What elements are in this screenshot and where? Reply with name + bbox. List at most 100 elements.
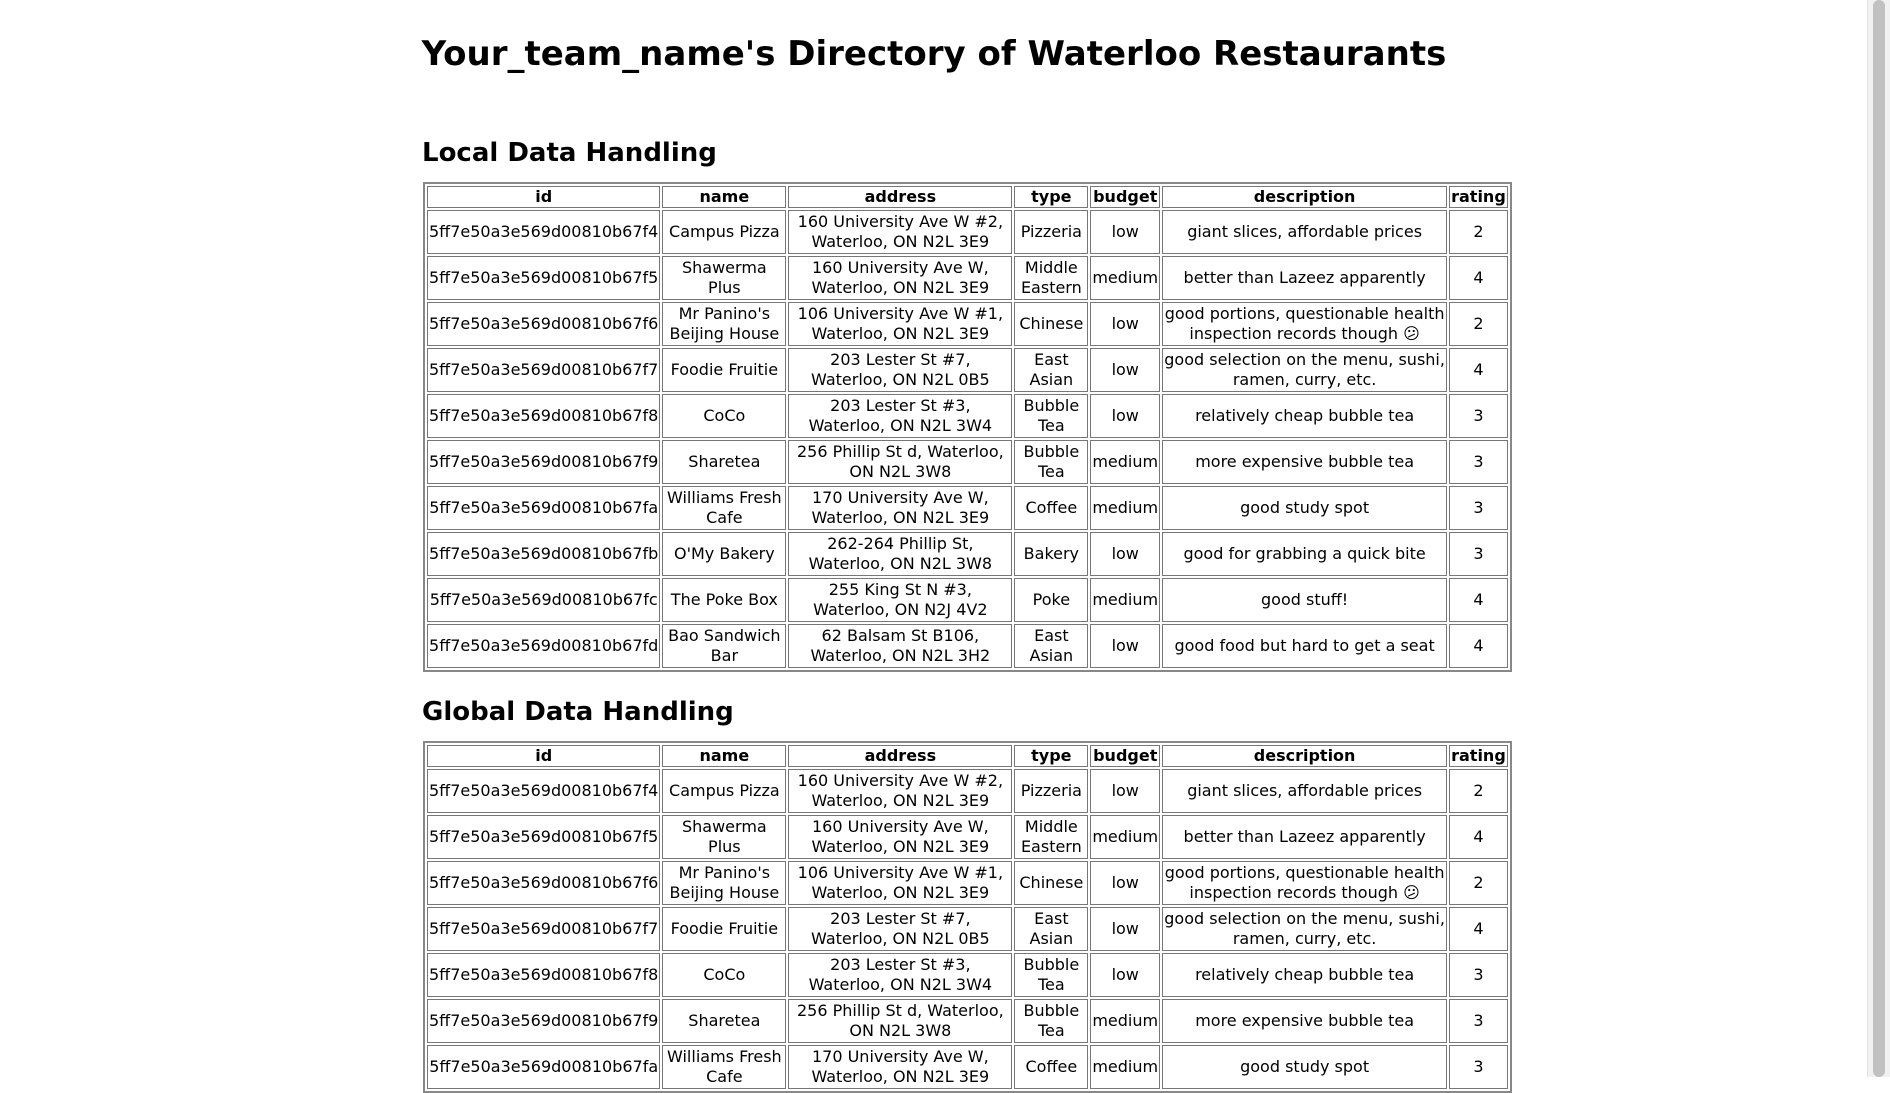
- cell-budget: medium: [1090, 1045, 1161, 1089]
- column-header: name: [662, 186, 787, 208]
- column-header: address: [788, 186, 1013, 208]
- table-row: 5ff7e50a3e569d00810b67f8 CoCo 203 Lester S…: [427, 394, 1508, 438]
- table-row: 5ff7e50a3e569d00810b67f6 Mr Panino's Beij…: [427, 302, 1508, 346]
- cell-id: 5ff7e50a3e569d00810b67f5: [427, 256, 661, 300]
- cell-type: East Asian: [1014, 348, 1089, 392]
- cell-address: 106 University Ave W #1, Waterloo, ON N2…: [788, 302, 1013, 346]
- cell-rating: 2: [1449, 861, 1508, 905]
- cell-id: 5ff7e50a3e569d00810b67f8: [427, 953, 661, 997]
- cell-id: 5ff7e50a3e569d00810b67fb: [427, 532, 661, 576]
- table-row: 5ff7e50a3e569d00810b67fc The Poke Box 255 …: [427, 578, 1508, 622]
- cell-description: better than Lazeez apparently: [1162, 815, 1448, 859]
- cell-name: The Poke Box: [662, 578, 787, 622]
- cell-description: giant slices, affordable prices: [1162, 210, 1448, 254]
- cell-budget: low: [1090, 624, 1161, 668]
- cell-id: 5ff7e50a3e569d00810b67f4: [427, 769, 661, 813]
- cell-rating: 3: [1449, 953, 1508, 997]
- cell-rating: 4: [1449, 624, 1508, 668]
- cell-budget: low: [1090, 348, 1161, 392]
- column-header: name: [662, 745, 787, 767]
- cell-address: 160 University Ave W, Waterloo, ON N2L 3…: [788, 815, 1013, 859]
- table-row: 5ff7e50a3e569d00810b67fb O'My Bakery 262-2…: [427, 532, 1508, 576]
- cell-description: good portions, questionable health inspe…: [1162, 861, 1448, 905]
- cell-address: 203 Lester St #3, Waterloo, ON N2L 3W4: [788, 953, 1013, 997]
- cell-type: Middle Eastern: [1014, 256, 1089, 300]
- cell-name: Bao Sandwich Bar: [662, 624, 787, 668]
- cell-name: Williams Fresh Cafe: [662, 1045, 787, 1089]
- cell-budget: medium: [1090, 815, 1161, 859]
- cell-description: good for grabbing a quick bite: [1162, 532, 1448, 576]
- cell-type: Poke: [1014, 578, 1089, 622]
- cell-id: 5ff7e50a3e569d00810b67f8: [427, 394, 661, 438]
- column-header: description: [1162, 186, 1448, 208]
- cell-description: more expensive bubble tea: [1162, 999, 1448, 1043]
- column-header: rating: [1449, 745, 1508, 767]
- cell-description: more expensive bubble tea: [1162, 440, 1448, 484]
- cell-description: giant slices, affordable prices: [1162, 769, 1448, 813]
- column-header: budget: [1090, 745, 1161, 767]
- cell-name: Foodie Fruitie: [662, 907, 787, 951]
- cell-name: CoCo: [662, 953, 787, 997]
- table-row: 5ff7e50a3e569d00810b67fa Williams Fresh C…: [427, 1045, 1508, 1089]
- cell-id: 5ff7e50a3e569d00810b67f6: [427, 861, 661, 905]
- column-header: budget: [1090, 186, 1161, 208]
- cell-rating: 3: [1449, 999, 1508, 1043]
- cell-description: good stuff!: [1162, 578, 1448, 622]
- cell-id: 5ff7e50a3e569d00810b67f9: [427, 999, 661, 1043]
- cell-description: good selection on the menu, sushi, ramen…: [1162, 348, 1448, 392]
- cell-name: CoCo: [662, 394, 787, 438]
- cell-address: 255 King St N #3, Waterloo, ON N2J 4V2: [788, 578, 1013, 622]
- cell-address: 203 Lester St #7, Waterloo, ON N2L 0B5: [788, 348, 1013, 392]
- cell-address: 160 University Ave W, Waterloo, ON N2L 3…: [788, 256, 1013, 300]
- cell-type: Chinese: [1014, 302, 1089, 346]
- section-heading: Local Data Handling: [422, 138, 717, 168]
- column-header: id: [427, 186, 661, 208]
- cell-id: 5ff7e50a3e569d00810b67f9: [427, 440, 661, 484]
- table-row: 5ff7e50a3e569d00810b67fa Williams Fresh C…: [427, 486, 1508, 530]
- cell-budget: low: [1090, 394, 1161, 438]
- cell-rating: 2: [1449, 769, 1508, 813]
- cell-address: 160 University Ave W #2, Waterloo, ON N2…: [788, 210, 1013, 254]
- cell-address: 262-264 Phillip St, Waterloo, ON N2L 3W8: [788, 532, 1013, 576]
- table-row: 5ff7e50a3e569d00810b67f6 Mr Panino's Beij…: [427, 861, 1508, 905]
- cell-type: Bubble Tea: [1014, 394, 1089, 438]
- cell-id: 5ff7e50a3e569d00810b67f7: [427, 348, 661, 392]
- cell-address: 160 University Ave W #2, Waterloo, ON N2…: [788, 769, 1013, 813]
- scrollbar-thumb[interactable]: [1873, 0, 1885, 1077]
- cell-id: 5ff7e50a3e569d00810b67fc: [427, 578, 661, 622]
- restaurant-table: id name address type budget description …: [423, 182, 1512, 672]
- cell-address: 170 University Ave W, Waterloo, ON N2L 3…: [788, 486, 1013, 530]
- cell-name: Campus Pizza: [662, 769, 787, 813]
- table-row: 5ff7e50a3e569d00810b67fd Bao Sandwich Bar…: [427, 624, 1508, 668]
- cell-id: 5ff7e50a3e569d00810b67fd: [427, 624, 661, 668]
- cell-type: Bubble Tea: [1014, 953, 1089, 997]
- local-data-section: Local Data Handling id name address type…: [422, 138, 1512, 672]
- cell-id: 5ff7e50a3e569d00810b67fa: [427, 486, 661, 530]
- table-row: 5ff7e50a3e569d00810b67f5 Shawerma Plus 160…: [427, 815, 1508, 859]
- cell-budget: medium: [1090, 999, 1161, 1043]
- cell-budget: low: [1090, 532, 1161, 576]
- cell-type: Chinese: [1014, 861, 1089, 905]
- cell-name: Campus Pizza: [662, 210, 787, 254]
- table-row: 5ff7e50a3e569d00810b67f7 Foodie Fruitie 20…: [427, 348, 1508, 392]
- cell-description: better than Lazeez apparently: [1162, 256, 1448, 300]
- cell-id: 5ff7e50a3e569d00810b67f6: [427, 302, 661, 346]
- page-content: Your_team_name's Directory of Waterloo R…: [0, 0, 1868, 1093]
- cell-address: 203 Lester St #3, Waterloo, ON N2L 3W4: [788, 394, 1013, 438]
- cell-rating: 4: [1449, 907, 1508, 951]
- cell-address: 170 University Ave W, Waterloo, ON N2L 3…: [788, 1045, 1013, 1089]
- cell-type: Pizzeria: [1014, 769, 1089, 813]
- table-row: 5ff7e50a3e569d00810b67f9 Sharetea 256 Phil…: [427, 999, 1508, 1043]
- cell-description: relatively cheap bubble tea: [1162, 953, 1448, 997]
- cell-budget: medium: [1090, 256, 1161, 300]
- table-body: 5ff7e50a3e569d00810b67f4 Campus Pizza 160 …: [427, 210, 1508, 668]
- cell-budget: low: [1090, 861, 1161, 905]
- cell-type: Bubble Tea: [1014, 440, 1089, 484]
- section-heading: Global Data Handling: [422, 697, 734, 727]
- table-row: 5ff7e50a3e569d00810b67f7 Foodie Fruitie 20…: [427, 907, 1508, 951]
- cell-name: Mr Panino's Beijing House: [662, 861, 787, 905]
- cell-name: O'My Bakery: [662, 532, 787, 576]
- vertical-scrollbar[interactable]: [1867, 0, 1890, 1077]
- cell-address: 62 Balsam St B106, Waterloo, ON N2L 3H2: [788, 624, 1013, 668]
- table-body: 5ff7e50a3e569d00810b67f4 Campus Pizza 160 …: [427, 769, 1508, 1089]
